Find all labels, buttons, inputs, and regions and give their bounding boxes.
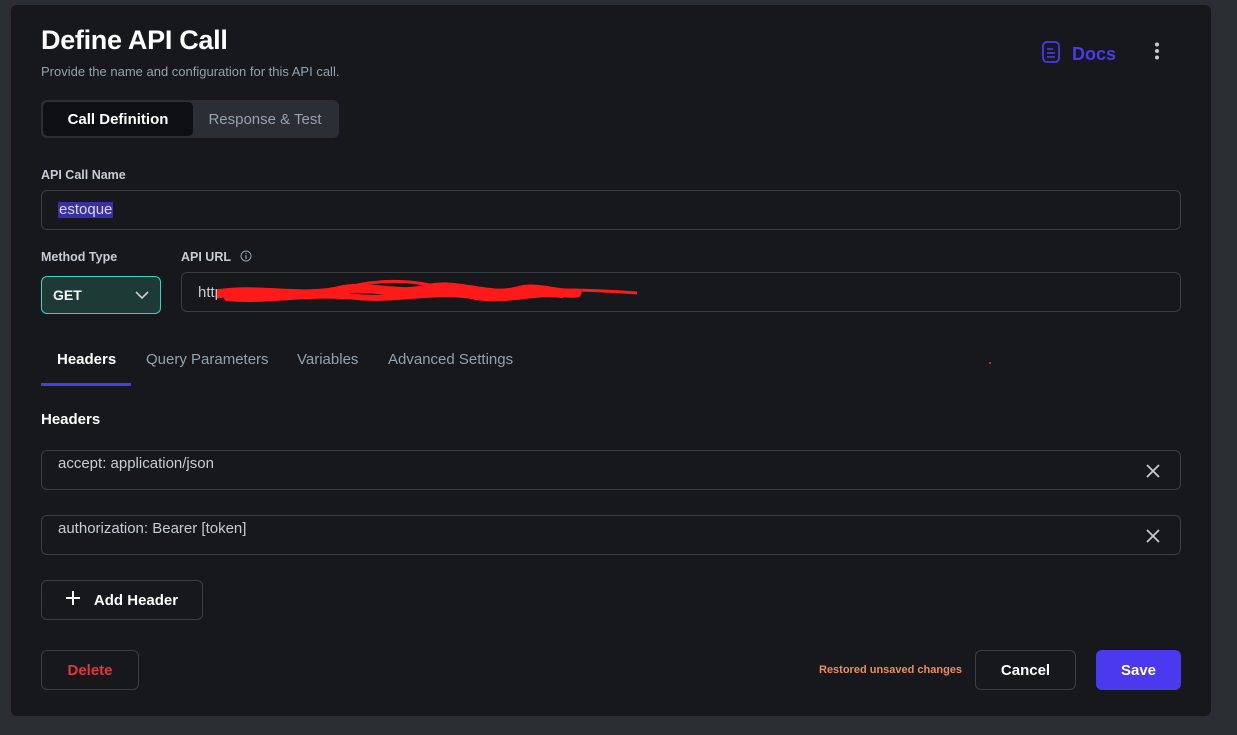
method-type-value: GET — [53, 287, 82, 303]
docs-link[interactable]: Docs — [1042, 41, 1116, 68]
method-type-label: Method Type — [41, 250, 118, 264]
page-subtitle: Provide the name and configuration for t… — [41, 64, 340, 79]
header-item[interactable]: authorization: Bearer [token] — [41, 515, 1181, 555]
tab-query-parameters[interactable]: Query Parameters — [146, 351, 269, 368]
api-url-input[interactable]: http — [181, 272, 1181, 312]
tab-advanced-settings[interactable]: Advanced Settings — [388, 351, 513, 368]
info-icon[interactable] — [240, 250, 252, 265]
api-url-label-text: API URL — [181, 250, 231, 264]
header-item[interactable]: accept: application/json — [41, 450, 1181, 490]
more-vertical-icon — [1154, 42, 1160, 65]
redaction-scribble — [217, 279, 637, 302]
headers-section-title: Headers — [41, 411, 101, 428]
header-item-text: authorization: Bearer [token] — [58, 520, 247, 537]
api-call-name-input[interactable]: estoque — [41, 190, 1181, 230]
header-item-text: accept: application/json — [58, 455, 214, 472]
page-title: Define API Call — [41, 25, 228, 55]
api-url-label: API URL — [181, 250, 252, 265]
status-text: Restored unsaved changes — [819, 664, 963, 676]
method-type-select[interactable]: GET — [41, 276, 161, 314]
api-call-name-value: estoque — [58, 201, 114, 218]
definition-toggle: Call Definition Response & Test — [41, 100, 339, 138]
api-call-dialog: Define API Call Provide the name and con… — [11, 5, 1211, 716]
segment-response-test[interactable]: Response & Test — [193, 102, 337, 136]
tab-headers[interactable]: Headers — [57, 351, 116, 368]
chevron-down-icon — [134, 287, 150, 308]
docs-label: Docs — [1072, 44, 1117, 64]
document-icon — [1042, 41, 1060, 68]
close-icon[interactable] — [1145, 528, 1161, 544]
more-options-button[interactable] — [1147, 42, 1167, 65]
plus-icon — [65, 591, 80, 609]
save-button[interactable]: Save — [1096, 650, 1181, 690]
delete-button[interactable]: Delete — [41, 650, 139, 690]
tab-variables[interactable]: Variables — [297, 351, 358, 368]
close-icon[interactable] — [1145, 463, 1161, 479]
stray-mark — [989, 362, 991, 364]
add-header-button[interactable]: Add Header — [41, 580, 203, 620]
active-tab-indicator — [41, 383, 131, 386]
segment-call-definition[interactable]: Call Definition — [43, 102, 193, 136]
cancel-button[interactable]: Cancel — [975, 650, 1076, 690]
add-header-label: Add Header — [93, 591, 179, 609]
api-call-name-label: API Call Name — [41, 168, 126, 182]
